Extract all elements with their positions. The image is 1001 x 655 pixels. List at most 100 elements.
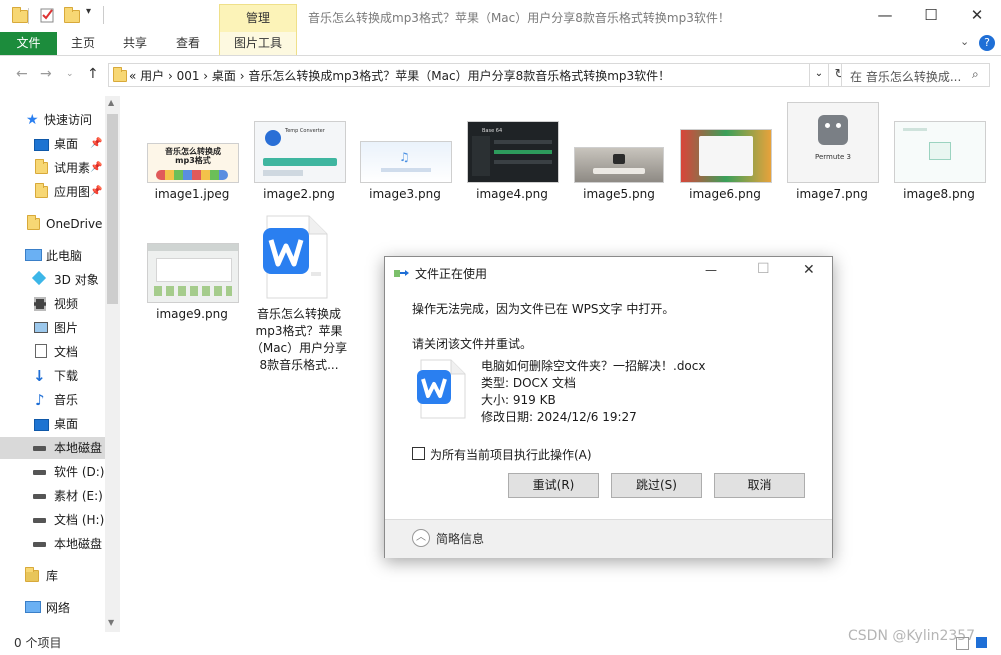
navigation-bar: ← → ⌄ ↑ « 用户 › 001 › 桌面 › 音乐怎么转换成mp3格式？苹… — [0, 62, 1001, 88]
drive-icon — [33, 518, 46, 523]
sidebar-item-drive-d[interactable]: 软件 (D:) — [0, 461, 105, 483]
new-folder-icon[interactable] — [64, 7, 80, 23]
skip-button[interactable]: 跳过(S) — [611, 473, 702, 498]
tab-share[interactable]: 共享 — [114, 32, 156, 55]
folder-icon — [27, 215, 41, 232]
wps-file-icon — [413, 358, 469, 420]
minimize-button[interactable]: — — [862, 0, 908, 32]
sidebar-item-videos[interactable]: 视频 — [0, 293, 105, 315]
desktop-icon — [34, 419, 49, 431]
file-name: image7.png — [796, 187, 868, 201]
pin-icon: 📌 — [90, 138, 103, 149]
breadcrumb[interactable]: « 用户 › 001 › 桌面 › 音乐怎么转换成mp3格式？苹果（Mac）用户… — [129, 67, 670, 84]
drive-icon — [33, 494, 46, 499]
dialog-close-button[interactable]: ✕ — [803, 262, 815, 278]
sidebar-item-quick-access[interactable]: ★ 快速访问 — [0, 109, 105, 131]
search-placeholder: 在 音乐怎么转换成... — [850, 70, 962, 84]
folder-icon — [35, 159, 49, 176]
file-name: image8.png — [903, 187, 975, 201]
sidebar-item-trial[interactable]: 试用素 📌 — [0, 157, 105, 179]
tab-home[interactable]: 主页 — [62, 32, 104, 55]
sidebar-item-drive-h[interactable]: 文档 (H:) — [0, 509, 105, 531]
address-bar[interactable]: « 用户 › 001 › 桌面 › 音乐怎么转换成mp3格式？苹果（Mac）用户… — [108, 63, 810, 87]
apply-all-checkbox[interactable] — [412, 447, 425, 460]
scroll-up-icon[interactable]: ▲ — [108, 98, 114, 107]
cube-icon — [31, 270, 47, 286]
window-title: 音乐怎么转换成mp3格式？苹果（Mac）用户分享8款音乐格式转换mp3软件！ — [308, 11, 730, 25]
music-icon: ♪ — [35, 391, 45, 409]
tab-view[interactable]: 查看 — [167, 32, 209, 55]
file-transfer-icon — [394, 267, 409, 279]
thumbnail-text: Temp Converter — [285, 128, 325, 134]
sidebar-item-documents[interactable]: 文档 — [0, 341, 105, 363]
up-arrow-icon[interactable]: ↑ — [87, 66, 99, 82]
drive-icon — [33, 542, 46, 547]
sidebar-item-libraries[interactable]: 库 — [0, 565, 105, 587]
video-icon — [34, 297, 46, 311]
thumbnail-text: Base 64 — [482, 128, 503, 134]
tab-file[interactable]: 文件 — [0, 32, 57, 55]
thumbnail: Base 64 — [467, 121, 559, 183]
sidebar-item-local-disk-2[interactable]: 本地磁盘 — [0, 533, 105, 555]
properties-icon[interactable] — [40, 7, 56, 23]
sidebar-item-app-images[interactable]: 应用图 📌 — [0, 181, 105, 203]
thumbnail: Temp Converter — [254, 121, 346, 183]
wps-document-icon — [259, 214, 329, 300]
close-button[interactable]: ✕ — [954, 0, 1000, 32]
forward-arrow-icon[interactable]: → — [40, 66, 52, 82]
picture-icon — [34, 322, 48, 333]
navigation-pane: ★ 快速访问 桌面 📌 试用素 📌 应用图 📌 OneDrive 此电脑 3D … — [0, 96, 105, 632]
apply-all-label[interactable]: 为所有当前项目执行此操作(A) — [430, 446, 592, 463]
ribbon-tabs: 文件 主页 共享 查看 图片工具 ⌄ ? — [0, 32, 1001, 56]
thumbnail-text: 音乐怎么转换成 mp3格式 — [165, 147, 221, 165]
sidebar-item-3d-objects[interactable]: 3D 对象 — [0, 269, 105, 291]
sidebar-item-pictures[interactable]: 图片 — [0, 317, 105, 339]
folder-icon — [113, 67, 127, 82]
thumbnail — [680, 129, 772, 183]
sidebar-item-desktop[interactable]: 桌面 📌 — [0, 133, 105, 155]
sidebar-item-local-disk[interactable]: 本地磁盘 — [0, 437, 105, 459]
file-name: image9.png — [156, 307, 228, 321]
sidebar-item-this-pc[interactable]: 此电脑 — [0, 245, 105, 267]
address-dropdown-icon[interactable]: ⌄ — [810, 63, 829, 87]
file-name: image6.png — [689, 187, 761, 201]
back-arrow-icon[interactable]: ← — [16, 66, 28, 82]
sidebar-item-onedrive[interactable]: OneDrive — [0, 213, 105, 235]
star-icon: ★ — [26, 112, 39, 128]
document-icon — [35, 344, 47, 358]
pin-icon: 📌 — [90, 186, 103, 197]
cancel-button[interactable]: 取消 — [714, 473, 805, 498]
recent-locations-icon[interactable]: ⌄ — [66, 69, 74, 79]
scroll-thumb[interactable] — [107, 114, 118, 304]
thumbnail — [147, 243, 239, 303]
fewer-details-link[interactable]: 简略信息 — [436, 530, 484, 547]
file-name: image3.png — [369, 187, 441, 201]
large-icons-view-icon[interactable] — [976, 637, 987, 648]
thumbnail — [574, 147, 664, 183]
file-name: image1.jpeg — [154, 187, 230, 201]
ribbon-collapse-icon[interactable]: ⌄ — [960, 35, 969, 48]
help-icon[interactable]: ? — [979, 35, 995, 51]
status-item-count: 0 个项目 — [14, 636, 62, 650]
dialog-minimize-button[interactable]: — — [705, 263, 717, 277]
file-name: 音乐怎么转换成mp3格式？苹果（Mac）用户分享8款音乐格式... — [250, 307, 348, 372]
sidebar-item-downloads[interactable]: ↓ 下载 — [0, 365, 105, 387]
chevron-up-icon[interactable]: ︿ — [412, 529, 430, 547]
scroll-down-icon[interactable]: ▼ — [108, 618, 114, 627]
sidebar-item-network[interactable]: 网络 — [0, 597, 105, 619]
sidebar-scrollbar[interactable]: ▲ ▼ — [105, 96, 120, 632]
tab-picture-tools[interactable]: 图片工具 — [219, 32, 297, 55]
retry-button[interactable]: 重试(R) — [508, 473, 599, 498]
file-name: 电脑如何删除空文件夹？一招解决！.docx — [481, 359, 706, 373]
maximize-button[interactable]: ☐ — [908, 0, 954, 32]
library-icon — [25, 567, 39, 584]
sidebar-item-drive-e[interactable]: 素材 (E:) — [0, 485, 105, 507]
sidebar-item-desktop-pc[interactable]: 桌面 — [0, 413, 105, 435]
search-input[interactable]: 在 音乐怎么转换成... ⌕ — [841, 63, 990, 87]
manage-tab[interactable]: 管理 — [219, 4, 297, 32]
sidebar-item-music[interactable]: ♪ 音乐 — [0, 389, 105, 411]
file-in-use-dialog: 文件正在使用 — ☐ ✕ 操作无法完成，因为文件已在 WPS文字 中打开。 请关… — [384, 256, 833, 558]
customize-quick-access-icon[interactable]: ▾ — [86, 6, 102, 22]
details-view-icon[interactable] — [956, 637, 969, 650]
drive-icon — [33, 470, 46, 475]
